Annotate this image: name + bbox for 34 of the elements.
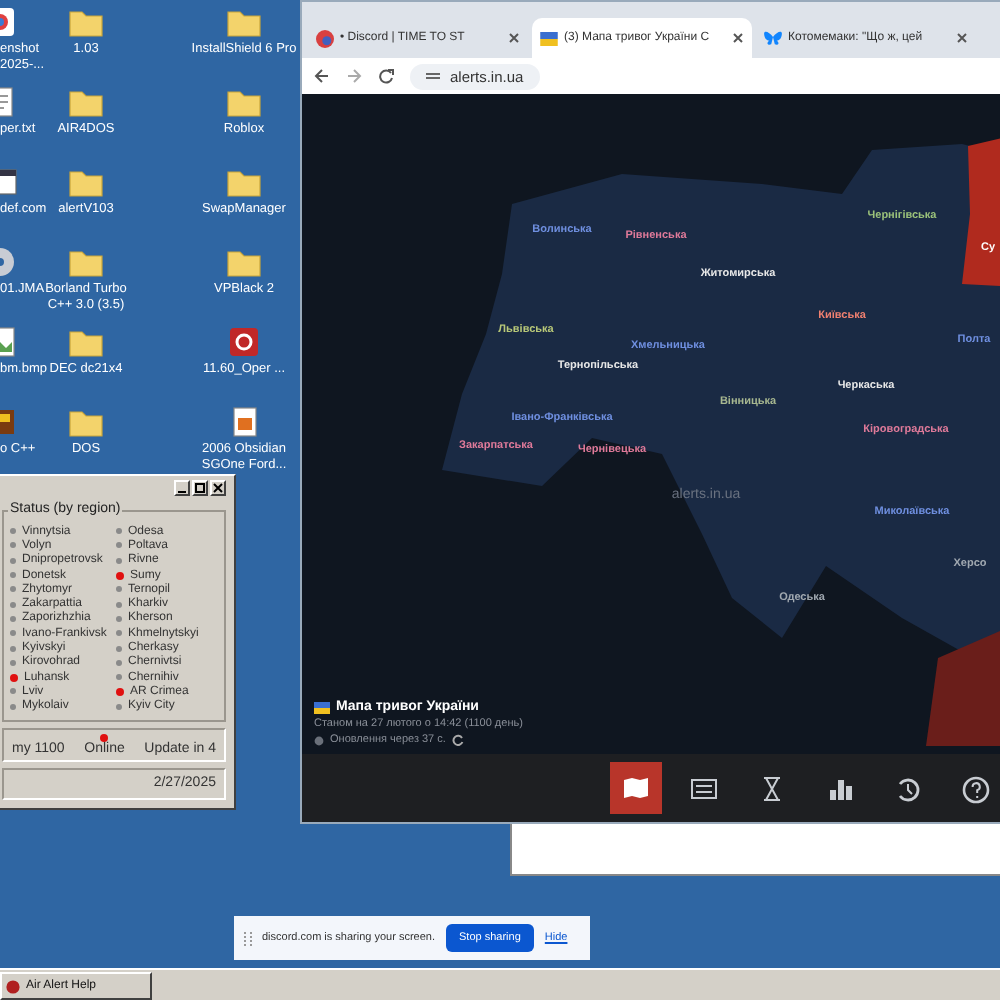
app-icon (226, 326, 262, 358)
folder-icon (68, 86, 104, 118)
help-icon (960, 773, 992, 803)
maximize-icon (194, 482, 206, 494)
folder-icon (226, 166, 262, 198)
close-icon[interactable] (956, 32, 968, 44)
close-icon[interactable] (732, 32, 744, 44)
close-icon[interactable] (508, 32, 520, 44)
flag-icon (540, 31, 558, 45)
map-icon (620, 773, 652, 803)
alert-region (926, 630, 1000, 746)
maximize-button[interactable] (192, 480, 208, 496)
tab-icon (316, 29, 334, 47)
site-settings-icon[interactable] (426, 70, 440, 82)
folder-icon (226, 86, 262, 118)
close-icon (212, 482, 224, 494)
folder-icon (68, 6, 104, 38)
folder-icon (68, 326, 104, 358)
butterfly-icon (764, 30, 782, 46)
folder-icon (226, 246, 262, 278)
globe-icon (314, 735, 324, 745)
folder-icon (68, 406, 104, 438)
close-button[interactable] (210, 480, 226, 496)
refresh-icon[interactable] (451, 734, 464, 746)
flag-icon (314, 701, 330, 713)
reload-icon[interactable] (378, 68, 394, 84)
folder-icon (68, 166, 104, 198)
folder-icon (226, 6, 262, 38)
minimize-button[interactable] (174, 480, 190, 496)
back-icon[interactable] (314, 68, 330, 84)
toolbar-button[interactable] (610, 762, 662, 814)
folder-icon (68, 246, 104, 278)
app-icon (6, 979, 20, 993)
list-icon (688, 773, 720, 803)
